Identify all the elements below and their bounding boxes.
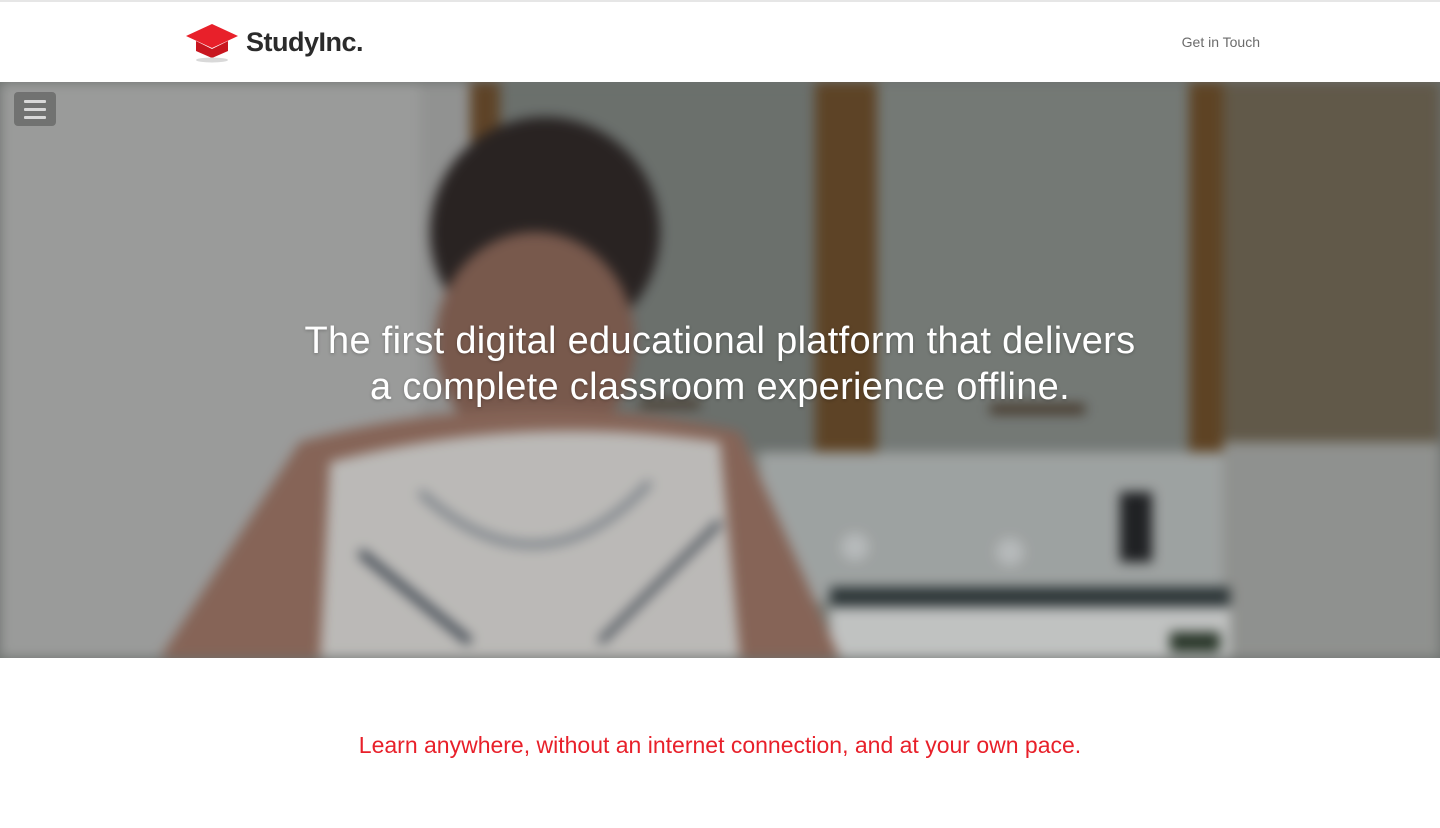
hero-headline: The first digital educational platform t… bbox=[0, 318, 1440, 410]
hero-section: The first digital educational platform t… bbox=[0, 82, 1440, 658]
hamburger-menu-icon bbox=[24, 99, 46, 103]
hero-headline-line-2: a complete classroom experience offline. bbox=[370, 366, 1070, 408]
graduation-cap-icon bbox=[186, 24, 238, 63]
hamburger-menu-button[interactable] bbox=[14, 92, 56, 126]
brand-name: StudyInc. bbox=[246, 26, 364, 57]
tagline: Learn anywhere, without an internet conn… bbox=[358, 732, 1082, 758]
site-header: StudyInc. Get in Touch bbox=[0, 0, 1440, 82]
brand-logo-link[interactable]: StudyInc. bbox=[184, 20, 364, 64]
get-in-touch-link[interactable]: Get in Touch bbox=[1182, 34, 1260, 50]
hero-headline-line-1: The first digital educational platform t… bbox=[304, 320, 1136, 362]
